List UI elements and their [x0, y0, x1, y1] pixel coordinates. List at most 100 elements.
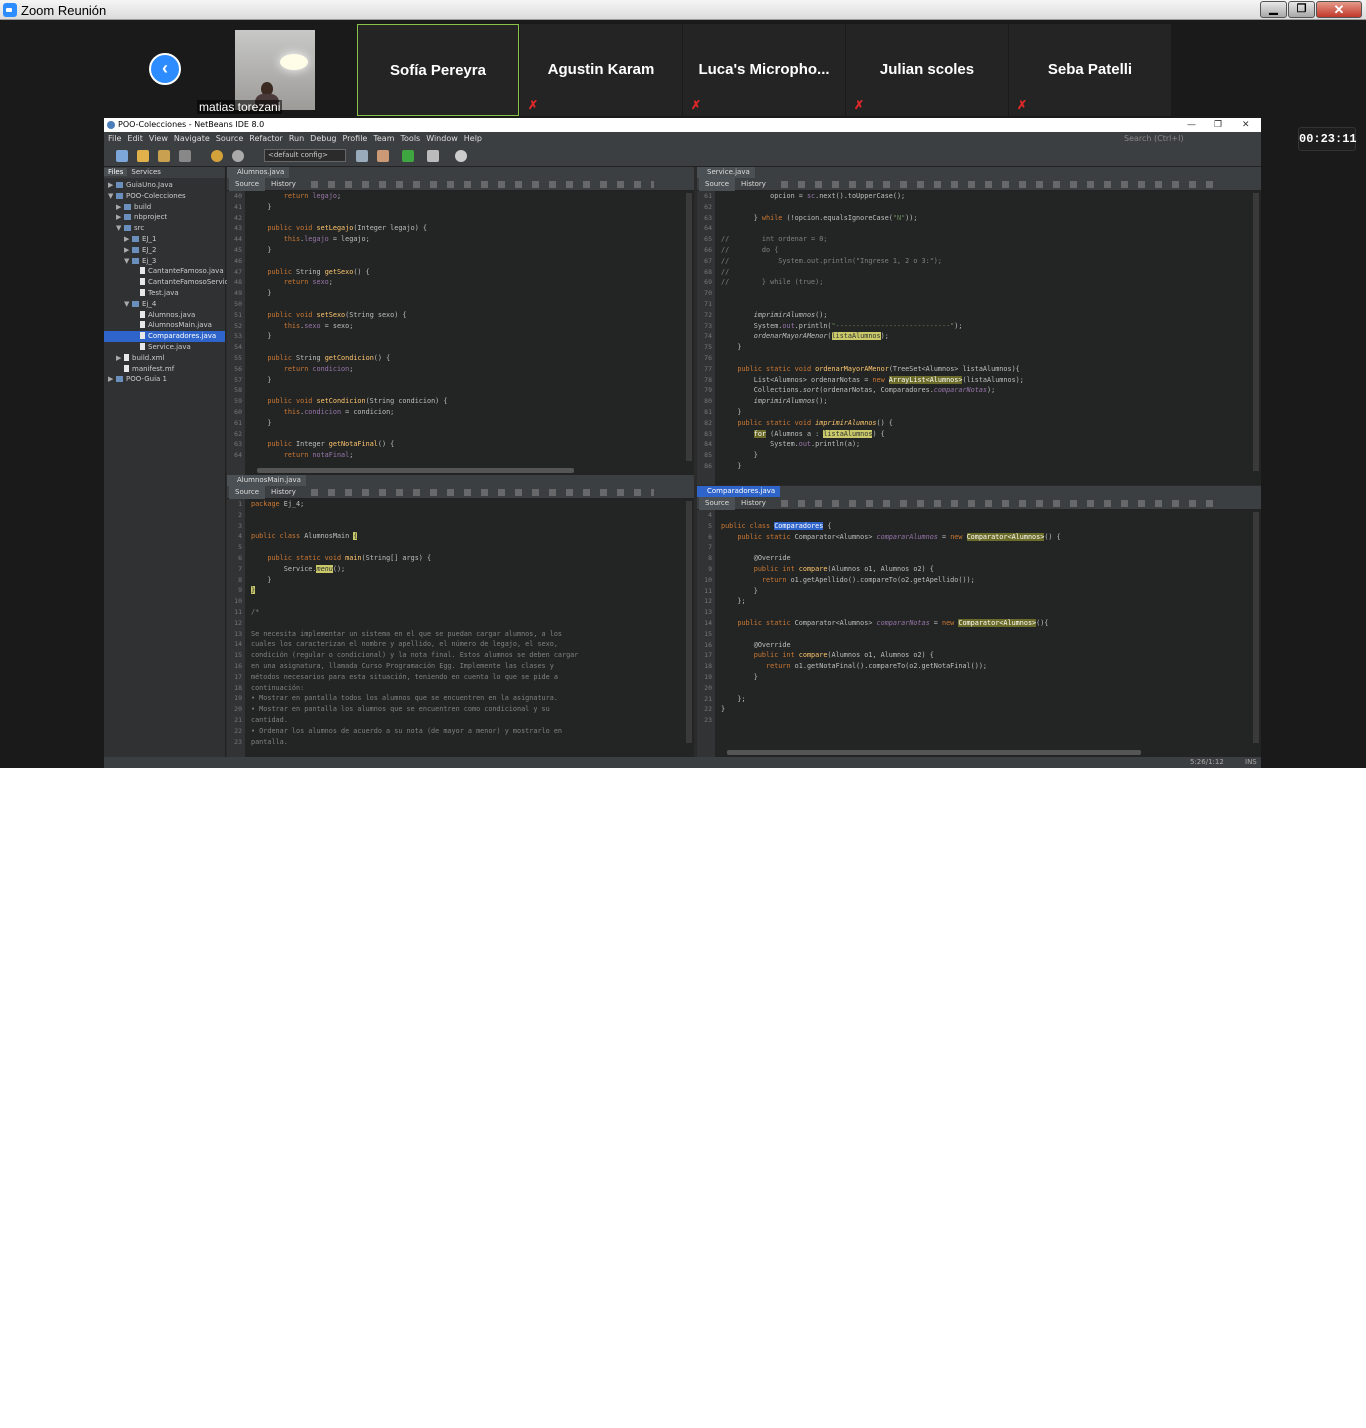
code-line[interactable]: continuación:	[251, 683, 680, 694]
code-line[interactable]: this.legajo = legajo;	[251, 234, 680, 245]
maximize-button[interactable]: ❐	[1288, 1, 1315, 18]
code-line[interactable]	[721, 223, 1247, 234]
code-line[interactable]: public int compare(Alumnos o1, Alumnos o…	[721, 650, 1247, 661]
code-area[interactable]: package Ej_4; public class AlumnosMain {…	[251, 499, 680, 757]
tab-files[interactable]: Files	[104, 168, 128, 176]
code-line[interactable]: public String getCondicion() {	[251, 353, 680, 364]
code-line[interactable]: };	[721, 694, 1247, 705]
source-tab[interactable]: Source	[699, 178, 736, 191]
expand-arrow-icon[interactable]: ▼	[124, 299, 132, 310]
tree-node[interactable]: ▼ POO-Colecciones	[104, 191, 225, 202]
expand-arrow-icon[interactable]: ▼	[116, 223, 124, 234]
profile-icon[interactable]	[455, 150, 467, 162]
code-line[interactable]	[721, 510, 1247, 521]
menu-item-team[interactable]: Team	[373, 134, 394, 143]
code-line[interactable]	[251, 618, 680, 629]
tree-node[interactable]: ▼ Ej_3	[104, 256, 225, 267]
menu-item-edit[interactable]: Edit	[127, 134, 143, 143]
code-line[interactable]	[251, 510, 680, 521]
participant-tile[interactable]: Seba Patelli ✗	[1009, 24, 1171, 116]
code-line[interactable]: }	[251, 202, 680, 213]
code-line[interactable]: // do {	[721, 245, 1247, 256]
code-line[interactable]	[251, 385, 680, 396]
menu-item-debug[interactable]: Debug	[310, 134, 336, 143]
code-line[interactable]: return o1.getApellido().compareTo(o2.get…	[721, 575, 1247, 586]
code-line[interactable]	[721, 629, 1247, 640]
code-line[interactable]: return legajo;	[251, 191, 680, 202]
run-icon[interactable]	[402, 150, 414, 162]
code-line[interactable]: }	[251, 288, 680, 299]
editor-toolbar-icons[interactable]	[311, 489, 654, 496]
code-line[interactable]: Collections.sort(ordenarNotas, Comparado…	[721, 385, 1247, 396]
participant-tile[interactable]: Agustin Karam ✗	[520, 24, 682, 116]
tab-services[interactable]: Services	[127, 168, 165, 176]
code-line[interactable]: };	[721, 596, 1247, 607]
code-line[interactable]: cantidad.	[251, 715, 680, 726]
menu-item-profile[interactable]: Profile	[342, 134, 367, 143]
menu-item-refactor[interactable]: Refactor	[249, 134, 283, 143]
ide-minimize-icon[interactable]: —	[1187, 118, 1196, 132]
code-line[interactable]: @Override	[721, 553, 1247, 564]
tree-node[interactable]: ▼ src	[104, 223, 225, 234]
code-line[interactable]: public static void imprimirAlumnos() {	[721, 418, 1247, 429]
code-area[interactable]: return legajo; } public void setLegajo(I…	[251, 191, 680, 475]
code-line[interactable]: }	[721, 704, 1247, 715]
horizontal-scrollbar[interactable]	[257, 468, 574, 473]
code-line[interactable]: cuales los caracterizan el nombre y apel…	[251, 639, 680, 650]
code-line[interactable]: // } while (true);	[721, 277, 1247, 288]
editor-toolbar-icons[interactable]	[781, 181, 1221, 188]
vertical-scrollbar[interactable]	[1253, 193, 1259, 471]
code-line[interactable]: System.out.println(a);	[721, 439, 1247, 450]
tree-node[interactable]: Alumnos.java	[104, 310, 225, 321]
code-line[interactable]: public void setLegajo(Integer legajo) {	[251, 223, 680, 234]
code-line[interactable]: return o1.getNotaFinal().compareTo(o2.ge…	[721, 661, 1247, 672]
menu-item-run[interactable]: Run	[289, 134, 304, 143]
tab-alumnosmain-java[interactable]: AlumnosMain.java	[227, 475, 306, 486]
code-line[interactable]: }	[721, 407, 1247, 418]
tree-node[interactable]: ▶ build	[104, 202, 225, 213]
code-line[interactable]	[251, 521, 680, 532]
code-line[interactable]	[251, 213, 680, 224]
code-line[interactable]: for (Alumnos a : listaAlumnos) {	[721, 429, 1247, 440]
code-line[interactable]: public Integer getNotaFinal() {	[251, 439, 680, 450]
code-line[interactable]: imprimirAlumnos();	[721, 310, 1247, 321]
code-line[interactable]: }	[721, 461, 1247, 472]
code-line[interactable]: List<Alumnos> ordenarNotas = new ArrayLi…	[721, 375, 1247, 386]
tree-node[interactable]: ▶ EJ_1	[104, 234, 225, 245]
save-all-icon[interactable]	[179, 150, 191, 162]
code-line[interactable]: @Override	[721, 640, 1247, 651]
search-input[interactable]: Search (Ctrl+I)	[1124, 132, 1184, 145]
expand-arrow-icon[interactable]: ▼	[124, 256, 132, 267]
source-tab[interactable]: Source	[229, 178, 266, 191]
build-icon[interactable]	[356, 150, 368, 162]
code-line[interactable]: }	[721, 586, 1247, 597]
code-line[interactable]: return sexo;	[251, 277, 680, 288]
menu-item-source[interactable]: Source	[216, 134, 243, 143]
code-line[interactable]: opcion = sc.next().toUpperCase();	[721, 191, 1247, 202]
code-line[interactable]	[721, 299, 1247, 310]
code-line[interactable]: public class AlumnosMain {	[251, 531, 680, 542]
code-line[interactable]	[721, 288, 1247, 299]
code-line[interactable]: public void setSexo(String sexo) {	[251, 310, 680, 321]
code-line[interactable]: ordenarMayorAMenor(listaAlumnos);	[721, 331, 1247, 342]
participant-tile[interactable]: Sofía Pereyra	[357, 24, 519, 116]
code-line[interactable]: public static void main(String[] args) {	[251, 553, 680, 564]
code-line[interactable]: }	[721, 450, 1247, 461]
tab-comparadores-java[interactable]: Comparadores.java	[697, 486, 781, 497]
code-line[interactable]	[251, 299, 680, 310]
redo-icon[interactable]	[232, 150, 244, 162]
code-line[interactable]: this.sexo = sexo;	[251, 321, 680, 332]
code-line[interactable]	[251, 429, 680, 440]
code-line[interactable]: public static void ordenarMayorAMenor(Tr…	[721, 364, 1247, 375]
code-line[interactable]: public class Comparadores {	[721, 521, 1247, 532]
tree-node[interactable]: CantanteFamoso.java	[104, 266, 225, 277]
tree-node[interactable]: Comparadores.java	[104, 331, 225, 342]
code-area[interactable]: public class Comparadores { public stati…	[721, 510, 1247, 757]
expand-arrow-icon[interactable]: ▶	[108, 180, 116, 191]
ide-close-icon[interactable]: ✕	[1242, 118, 1250, 132]
expand-arrow-icon[interactable]: ▶	[124, 245, 132, 256]
menu-item-window[interactable]: Window	[426, 134, 458, 143]
expand-arrow-icon[interactable]: ▶	[108, 374, 116, 385]
tree-node[interactable]: ▶ nbproject	[104, 212, 225, 223]
editor-toolbar-icons[interactable]	[781, 500, 1221, 507]
